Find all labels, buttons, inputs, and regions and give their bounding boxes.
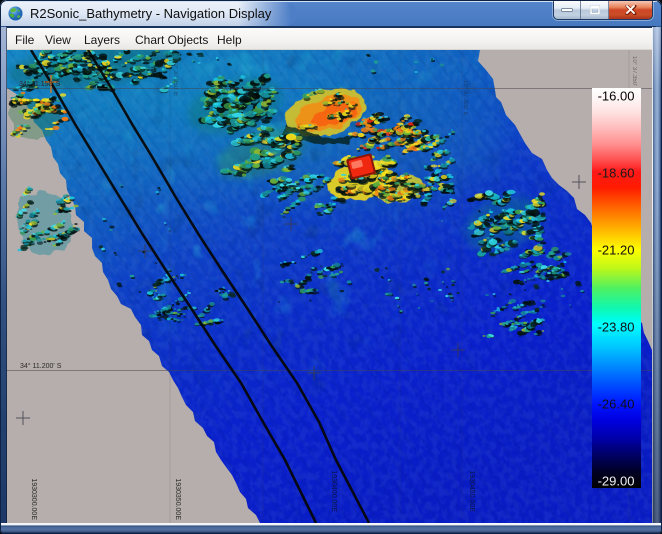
svg-text:1930300.00E: 1930300.00E bbox=[30, 478, 37, 520]
svg-text:1930350.00E: 1930350.00E bbox=[174, 478, 181, 520]
svg-text:-26.40: -26.40 bbox=[598, 397, 635, 412]
svg-text:10° 37.250' E: 10° 37.250' E bbox=[172, 60, 178, 96]
svg-text:-18.60: -18.60 bbox=[598, 166, 635, 181]
svg-text:34° 11.150' S: 34° 11.150' S bbox=[19, 80, 61, 88]
svg-text:1930400.00E: 1930400.00E bbox=[330, 470, 337, 512]
svg-text:10° 37.350' E: 10° 37.350' E bbox=[631, 56, 637, 92]
svg-text:-21.20: -21.20 bbox=[598, 243, 635, 258]
svg-text:-23.80: -23.80 bbox=[598, 320, 635, 335]
svg-text:-16.00: -16.00 bbox=[598, 89, 635, 104]
svg-text:1930450.00E: 1930450.00E bbox=[468, 470, 475, 512]
svg-text:10° 37.300' E: 10° 37.300' E bbox=[462, 80, 468, 116]
svg-text:-29.00: -29.00 bbox=[598, 474, 635, 489]
svg-text:34° 11.200' S: 34° 11.200' S bbox=[20, 362, 62, 370]
